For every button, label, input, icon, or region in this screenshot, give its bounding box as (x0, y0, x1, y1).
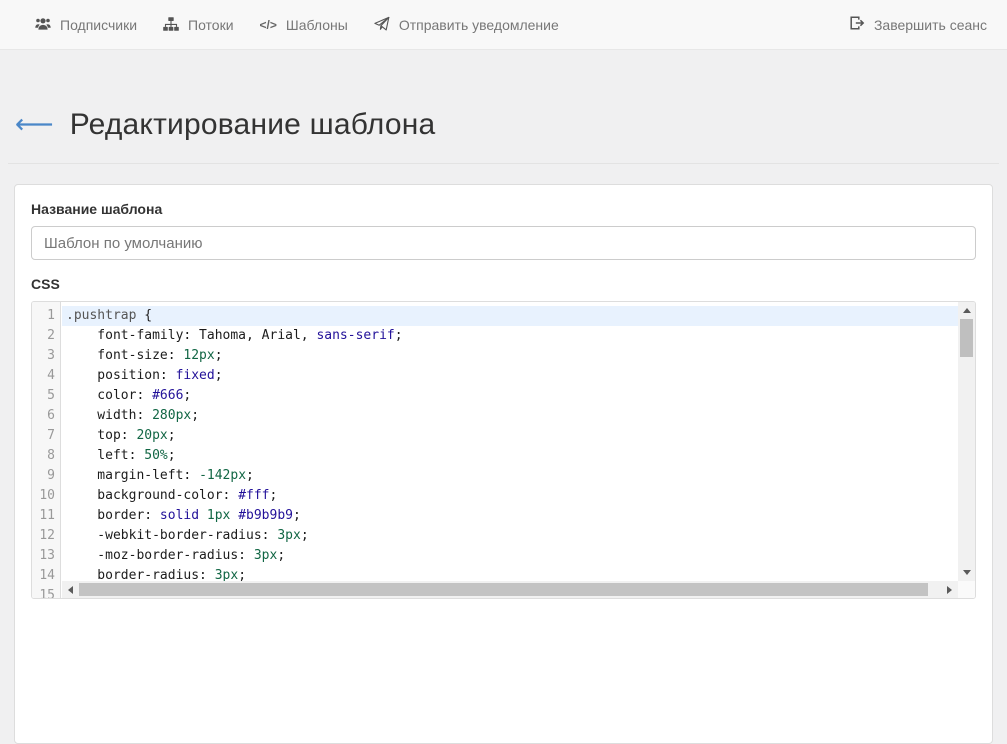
template-edit-card: Название шаблона CSS 1234567891011121314… (14, 184, 993, 744)
navbar-left-group: Подписчики Потоки </> Шаблоны (22, 0, 572, 49)
line-number: 15 (32, 586, 60, 599)
line-number: 6 (32, 406, 60, 426)
code-line[interactable]: width: 280px; (62, 406, 958, 426)
line-number: 11 (32, 506, 60, 526)
nav-item-logout[interactable]: Завершить сеанс (836, 0, 987, 50)
arrow-left-icon (68, 586, 73, 594)
editor-code[interactable]: .pushtrap { font-family: Tahoma, Arial, … (62, 302, 958, 598)
nav-item-label: Шаблоны (286, 17, 348, 33)
sign-out-icon (849, 15, 865, 34)
arrow-down-icon (963, 570, 971, 575)
horizontal-scrollbar[interactable] (62, 581, 958, 598)
nav-item-send-notification[interactable]: Отправить уведомление (361, 0, 572, 50)
code-line[interactable]: border: solid 1px #b9b9b9; (62, 506, 958, 526)
sitemap-icon (163, 16, 179, 35)
users-icon (35, 16, 51, 35)
code-icon: </> (260, 18, 277, 32)
code-line[interactable]: font-family: Tahoma, Arial, sans-serif; (62, 326, 958, 346)
scroll-up-button[interactable] (958, 302, 975, 319)
code-line[interactable]: left: 50%; (62, 446, 958, 466)
heading-divider (8, 163, 999, 164)
code-line[interactable]: font-size: 12px; (62, 346, 958, 366)
line-number: 2 (32, 326, 60, 346)
scroll-left-button[interactable] (62, 581, 79, 598)
css-label: CSS (31, 276, 976, 292)
line-number: 10 (32, 486, 60, 506)
vertical-scrollbar-thumb[interactable] (960, 319, 973, 357)
code-line[interactable]: -webkit-border-radius: 3px; (62, 526, 958, 546)
template-name-input[interactable] (31, 226, 976, 260)
horizontal-scrollbar-thumb[interactable] (79, 583, 928, 596)
nav-item-label: Потоки (188, 17, 234, 33)
line-number: 8 (32, 446, 60, 466)
code-line[interactable]: -moz-border-radius: 3px; (62, 546, 958, 566)
line-number: 13 (32, 546, 60, 566)
page-heading: ⟵ Редактирование шаблона (15, 108, 1007, 142)
nav-item-subscribers[interactable]: Подписчики (22, 0, 150, 50)
nav-item-label: Подписчики (60, 17, 137, 33)
line-number: 7 (32, 426, 60, 446)
line-number: 5 (32, 386, 60, 406)
line-number: 1 (32, 306, 60, 326)
arrow-right-icon (947, 586, 952, 594)
scrollbar-corner (958, 581, 975, 598)
line-number: 12 (32, 526, 60, 546)
top-navbar: Подписчики Потоки </> Шаблоны (0, 0, 1007, 50)
vertical-scrollbar[interactable] (958, 302, 975, 581)
editor-gutter: 123456789101112131415 (32, 302, 61, 598)
code-line[interactable]: margin-left: -142px; (62, 466, 958, 486)
code-line[interactable]: position: fixed; (62, 366, 958, 386)
nav-item-templates[interactable]: </> Шаблоны (247, 0, 361, 50)
nav-item-label: Завершить сеанс (874, 17, 987, 33)
page-title: Редактирование шаблона (70, 108, 436, 142)
back-arrow-link[interactable]: ⟵ (15, 110, 54, 140)
line-number: 9 (32, 466, 60, 486)
template-name-label: Название шаблона (31, 201, 976, 217)
send-icon (374, 16, 390, 35)
nav-item-streams[interactable]: Потоки (150, 0, 247, 50)
line-number: 3 (32, 346, 60, 366)
line-number: 4 (32, 366, 60, 386)
css-code-editor[interactable]: 123456789101112131415 .pushtrap { font-f… (31, 301, 976, 599)
line-number: 14 (32, 566, 60, 586)
code-line[interactable]: background-color: #fff; (62, 486, 958, 506)
scroll-down-button[interactable] (958, 564, 975, 581)
code-line[interactable]: .pushtrap { (62, 306, 958, 326)
code-line[interactable]: top: 20px; (62, 426, 958, 446)
code-line[interactable]: color: #666; (62, 386, 958, 406)
nav-item-label: Отправить уведомление (399, 17, 559, 33)
arrow-up-icon (963, 308, 971, 313)
scroll-right-button[interactable] (941, 581, 958, 598)
